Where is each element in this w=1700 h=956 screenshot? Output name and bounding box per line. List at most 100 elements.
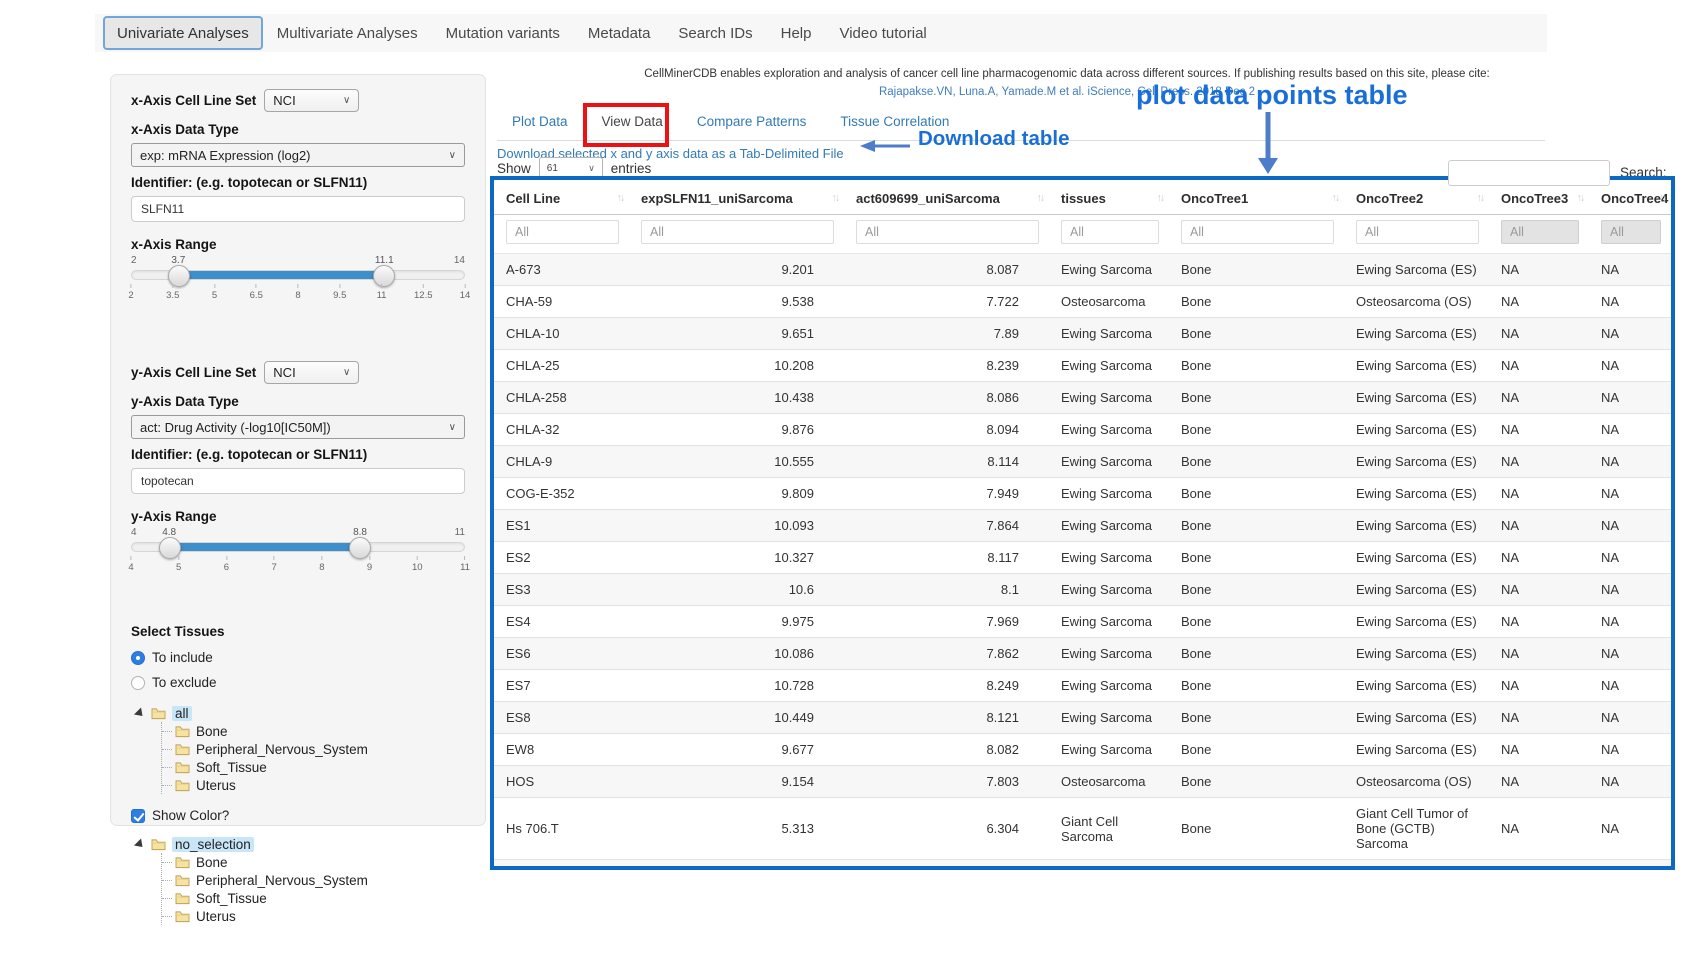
- column-header-tissues[interactable]: tissues↑↓: [1049, 180, 1169, 215]
- radio-selected-icon[interactable]: [131, 651, 145, 665]
- table-cell: 9.651: [629, 318, 844, 350]
- nav-tab-video-tutorial[interactable]: Video tutorial: [825, 25, 940, 42]
- filter-cell: [629, 215, 844, 254]
- table-cell: Bone: [1169, 574, 1344, 606]
- slider-tick: 11: [460, 556, 470, 573]
- table-cell: Bone: [1169, 542, 1344, 574]
- x-cell-line-set-select[interactable]: NCI ∨: [264, 89, 359, 112]
- table-cell: 10.438: [629, 382, 844, 414]
- sort-icon[interactable]: ↑↓: [1477, 192, 1484, 204]
- table-cell: NA: [1489, 734, 1589, 766]
- tab-compare-patterns[interactable]: Compare Patterns: [697, 114, 807, 129]
- sort-icon[interactable]: ↑↓: [1157, 192, 1164, 204]
- column-filter-oncotree2[interactable]: [1356, 220, 1479, 244]
- sort-icon[interactable]: ↑↓: [832, 192, 839, 204]
- nav-tab-help[interactable]: Help: [767, 25, 826, 42]
- tree-caret-icon[interactable]: [134, 707, 146, 719]
- x-range-slider[interactable]: 23.711.11423.556.589.51112.514: [131, 255, 465, 313]
- table-cell: Ewing Sarcoma: [1049, 542, 1169, 574]
- table-cell: 10.449: [629, 702, 844, 734]
- tree-node-label: Soft_Tissue: [196, 891, 267, 906]
- tree-node-no-selection[interactable]: no_selection: [135, 835, 465, 853]
- slider-track[interactable]: [131, 270, 465, 280]
- x-data-type-select[interactable]: exp: mRNA Expression (log2) ∨: [131, 143, 465, 167]
- table-cell: 8.086: [844, 382, 1049, 414]
- sort-icon[interactable]: ↑↓: [1037, 192, 1044, 204]
- table-cell: NA: [1589, 478, 1671, 510]
- tree-node-soft-tissue[interactable]: Soft_Tissue: [162, 889, 465, 907]
- tree-children: BonePeripheral_Nervous_SystemSoft_Tissue…: [161, 722, 465, 794]
- tab-plot-data[interactable]: Plot Data: [512, 114, 568, 129]
- filter-cell: [1169, 215, 1344, 254]
- sort-icon[interactable]: ↑↓: [617, 192, 624, 204]
- column-filter-act609699-unisarcoma[interactable]: [856, 220, 1039, 244]
- sort-icon[interactable]: ↑↓: [1577, 192, 1584, 204]
- table-cell: 8.239: [844, 350, 1049, 382]
- table-cell: ES7: [494, 670, 629, 702]
- slider-tick: 8: [319, 556, 324, 573]
- y-data-type-select[interactable]: act: Drug Activity (-log10[IC50M]) ∨: [131, 415, 465, 439]
- folder-icon: [175, 761, 190, 774]
- column-header-act609699-unisarcoma[interactable]: act609699_uniSarcoma↑↓: [844, 180, 1049, 215]
- column-filter-oncotree3: [1501, 220, 1579, 244]
- column-header-cell-line[interactable]: Cell Line↑↓: [494, 180, 629, 215]
- column-header-expslfn11-unisarcoma[interactable]: expSLFN11_uniSarcoma↑↓: [629, 180, 844, 215]
- search-input[interactable]: [1448, 160, 1610, 186]
- table-cell: Giant Cell Tumor of Bone (GCTB) Sarcoma: [1344, 798, 1489, 860]
- table-cell: NA: [1589, 414, 1671, 446]
- tree-node-bone[interactable]: Bone: [162, 853, 465, 871]
- column-filter-tissues[interactable]: [1061, 220, 1159, 244]
- tree-caret-icon[interactable]: [134, 838, 146, 850]
- table-cell: NA: [1489, 446, 1589, 478]
- y-range-slider[interactable]: 44.88.8114567891011: [131, 527, 465, 585]
- table-cell: 7.864: [844, 510, 1049, 542]
- filter-cell: [1344, 215, 1489, 254]
- tissue-include-tree: allBonePeripheral_Nervous_SystemSoft_Tis…: [135, 704, 465, 794]
- nav-tab-multivariate-analyses[interactable]: Multivariate Analyses: [263, 25, 432, 42]
- tissues-include-option[interactable]: To include: [131, 650, 465, 665]
- y-data-type-value: act: Drug Activity (-log10[IC50M]): [140, 420, 331, 435]
- nav-tab-metadata[interactable]: Metadata: [574, 25, 665, 42]
- checkbox-checked-icon[interactable]: [131, 809, 145, 823]
- show-color-option[interactable]: Show Color?: [131, 808, 465, 823]
- citation-link[interactable]: Rajapakse.VN, Luna.A, Yamade.M et al. iS…: [497, 86, 1637, 98]
- table-cell: Ewing Sarcoma: [1049, 574, 1169, 606]
- nav-tab-search-ids[interactable]: Search IDs: [664, 25, 766, 42]
- tree-node-uterus[interactable]: Uterus: [162, 907, 465, 925]
- tree-node-all[interactable]: all: [135, 704, 465, 722]
- tree-node-label: all: [172, 706, 192, 721]
- nav-tab-mutation-variants[interactable]: Mutation variants: [432, 25, 574, 42]
- x-identifier-input[interactable]: [131, 196, 465, 222]
- tree-node-soft-tissue[interactable]: Soft_Tissue: [162, 758, 465, 776]
- tissues-exclude-option[interactable]: To exclude: [131, 675, 465, 690]
- tree-node-bone[interactable]: Bone: [162, 722, 465, 740]
- tree-node-peripheral-nervous-system[interactable]: Peripheral_Nervous_System: [162, 871, 465, 889]
- nav-tab-univariate-analyses[interactable]: Univariate Analyses: [103, 16, 263, 50]
- slider-tick-labels: 23.556.589.51112.514: [131, 284, 465, 306]
- column-filter-expslfn11-unisarcoma[interactable]: [641, 220, 834, 244]
- table-cell: 10.728: [629, 670, 844, 702]
- sort-icon[interactable]: ↑↓: [1332, 192, 1339, 204]
- table-filter-row: [494, 215, 1671, 254]
- radio-unselected-icon[interactable]: [131, 676, 145, 690]
- y-identifier-input[interactable]: [131, 468, 465, 494]
- tree-children: BonePeripheral_Nervous_System Soft_Tissue…: [161, 853, 465, 925]
- tree-node-peripheral-nervous-system[interactable]: Peripheral_Nervous_System: [162, 740, 465, 758]
- table-cell: NA: [1589, 766, 1671, 798]
- slider-track[interactable]: [131, 542, 465, 552]
- column-header-oncotree1[interactable]: OncoTree1↑↓: [1169, 180, 1344, 215]
- y-cell-line-set-select[interactable]: NCI ∨: [264, 361, 359, 384]
- column-filter-oncotree1[interactable]: [1181, 220, 1334, 244]
- table-row: ES210.3278.117Ewing SarcomaBoneEwing Sar…: [494, 542, 1671, 574]
- table-cell: Ewing Sarcoma (ES): [1344, 638, 1489, 670]
- table-cell: NA: [1489, 798, 1589, 860]
- slider-max-label: 11: [455, 527, 465, 538]
- column-filter-cell-line[interactable]: [506, 220, 619, 244]
- table-cell: Bone: [1169, 766, 1344, 798]
- table-cell: Ewing Sarcoma: [1049, 478, 1169, 510]
- sort-icon[interactable]: ↑↓: [1659, 192, 1666, 204]
- table-cell: 10.093: [629, 510, 844, 542]
- show-label: Show: [497, 161, 531, 176]
- tree-node-uterus[interactable]: Uterus: [162, 776, 465, 794]
- annotation-red-box: [583, 103, 669, 147]
